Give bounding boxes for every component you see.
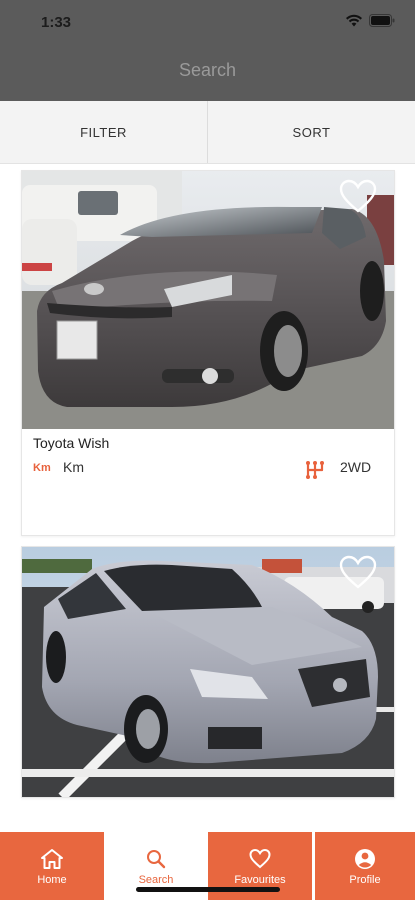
favourite-button[interactable] (338, 555, 378, 591)
tab-home[interactable]: Home (0, 832, 104, 900)
search-screen: 1:33 Search FILTER SORT Toyota Wish Km K… (0, 0, 415, 900)
tab-label: Home (37, 874, 67, 886)
home-icon (41, 849, 63, 869)
listing-card[interactable] (21, 546, 395, 798)
tab-profile[interactable]: Profile (315, 832, 415, 900)
tab-label: Search (138, 874, 174, 886)
car-name: Toyota Wish (33, 435, 110, 451)
status-time: 1:33 (41, 14, 72, 31)
car-photo[interactable] (22, 171, 394, 429)
tab-label: Favourites (234, 874, 286, 886)
page-title: Search (178, 60, 237, 80)
app-header: 1:33 Search (0, 0, 415, 101)
odometer-icon: Km (33, 462, 51, 474)
tab-label: Profile (349, 874, 381, 886)
gear-shift-icon (306, 461, 324, 479)
listing-list[interactable]: Toyota Wish Km Km 2WD (0, 164, 415, 832)
car-photo[interactable] (22, 547, 394, 797)
profile-icon (355, 849, 375, 869)
filter-button[interactable]: FILTER (0, 101, 207, 163)
drive-type: 2WD (340, 459, 372, 475)
listing-card[interactable]: Toyota Wish Km Km 2WD (21, 170, 395, 536)
car-specs: Km Km 2WD (33, 459, 383, 481)
heart-outline-icon (339, 555, 377, 589)
sort-button[interactable]: SORT (208, 101, 415, 163)
favourite-button[interactable] (338, 179, 378, 215)
mileage-value: Km (63, 459, 84, 475)
heart-outline-icon (339, 179, 377, 213)
status-icons (345, 14, 395, 27)
home-indicator (136, 887, 280, 892)
search-icon (147, 850, 166, 869)
status-bar: 1:33 (0, 0, 415, 44)
battery-icon (369, 14, 395, 27)
heart-icon (249, 848, 271, 869)
filter-sort-bar: FILTER SORT (0, 101, 415, 164)
wifi-icon (346, 14, 362, 27)
